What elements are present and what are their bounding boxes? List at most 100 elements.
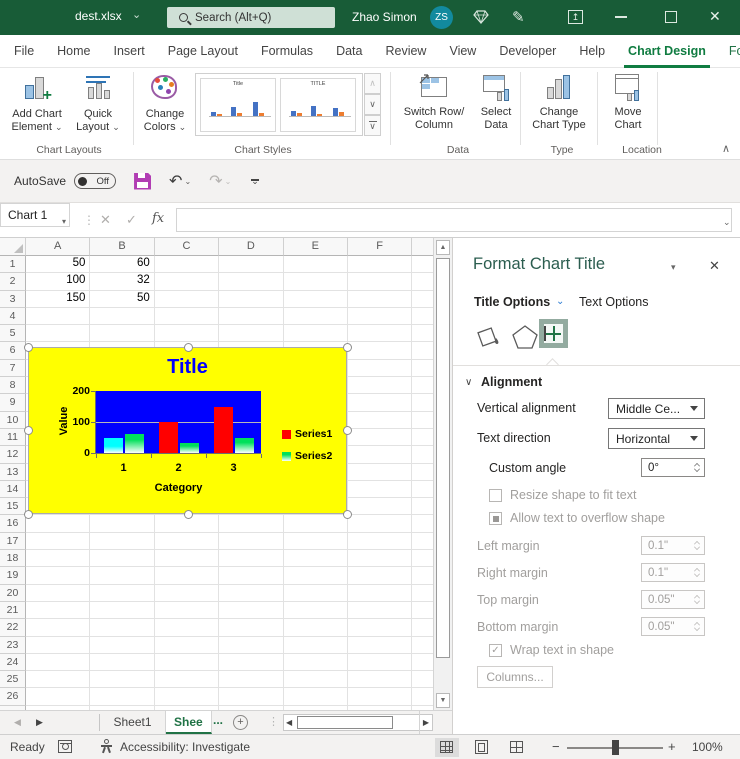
- cell-d22[interactable]: [219, 619, 283, 636]
- name-box[interactable]: Chart 1: [0, 203, 70, 227]
- tab-home[interactable]: Home: [57, 35, 90, 68]
- cell-f26[interactable]: [348, 688, 412, 705]
- close-button[interactable]: ✕: [709, 8, 721, 25]
- accessibility-icon[interactable]: [100, 739, 113, 754]
- chart-selection-handle[interactable]: [24, 510, 33, 519]
- row-header-3[interactable]: 3: [0, 291, 26, 308]
- cell-b24[interactable]: [90, 654, 154, 671]
- cell-f13[interactable]: [348, 464, 412, 481]
- cell-e24[interactable]: [284, 654, 348, 671]
- cell-partial[interactable]: [412, 585, 433, 602]
- name-box-dropdown-icon[interactable]: ▾: [62, 217, 66, 226]
- cell-c2[interactable]: [155, 273, 219, 290]
- cell-a21[interactable]: [26, 602, 90, 619]
- cell-partial[interactable]: [412, 256, 433, 273]
- cell-a1[interactable]: 50: [26, 256, 90, 273]
- chart-selection-handle[interactable]: [343, 510, 352, 519]
- chart-style-2[interactable]: TITLE: [280, 78, 356, 132]
- undo-button[interactable]: ↶: [169, 171, 182, 191]
- cell-c20[interactable]: [155, 585, 219, 602]
- cell-c26[interactable]: [155, 688, 219, 705]
- select-data-button[interactable]: Select Data: [474, 73, 518, 132]
- horizontal-scrollbar[interactable]: ◀ ▶: [283, 714, 433, 731]
- column-header-a[interactable]: A: [26, 238, 90, 256]
- cell-partial[interactable]: [412, 273, 433, 290]
- cell-b20[interactable]: [90, 585, 154, 602]
- cell-f19[interactable]: [348, 567, 412, 584]
- cell-d3[interactable]: [219, 291, 283, 308]
- gallery-more-button[interactable]: ∨: [364, 115, 381, 136]
- cell-e26[interactable]: [284, 688, 348, 705]
- cell-d5[interactable]: [219, 325, 283, 342]
- autosave-toggle[interactable]: Off: [74, 173, 116, 189]
- row-header-5[interactable]: 5: [0, 325, 26, 342]
- chart-x-axis-label[interactable]: Category: [96, 482, 261, 494]
- cell-f1[interactable]: [348, 256, 412, 273]
- cell-f5[interactable]: [348, 325, 412, 342]
- chart-title[interactable]: Title: [29, 356, 346, 379]
- bar-series2-cat3[interactable]: [235, 438, 254, 454]
- cell-b19[interactable]: [90, 567, 154, 584]
- column-header-partial[interactable]: [412, 238, 433, 256]
- column-header-c[interactable]: C: [155, 238, 219, 256]
- vertical-scrollbar[interactable]: ▲ ▼: [433, 238, 452, 710]
- row-header-1[interactable]: 1: [0, 256, 26, 273]
- row-header-8[interactable]: 8: [0, 377, 26, 394]
- minimize-button[interactable]: [615, 16, 627, 18]
- tab-review[interactable]: Review: [385, 35, 426, 68]
- row-header-11[interactable]: 11: [0, 429, 26, 446]
- cell-e5[interactable]: [284, 325, 348, 342]
- bar-series1-cat2[interactable]: [159, 422, 178, 453]
- cell-b4[interactable]: [90, 308, 154, 325]
- cell-partial[interactable]: [412, 464, 433, 481]
- gallery-down-button[interactable]: ∨: [364, 94, 381, 115]
- cell-partial[interactable]: [412, 446, 433, 463]
- cell-b22[interactable]: [90, 619, 154, 636]
- cell-d16[interactable]: [219, 515, 283, 532]
- chart-selection-handle[interactable]: [24, 343, 33, 352]
- chart-selection-handle[interactable]: [343, 343, 352, 352]
- cell-b23[interactable]: [90, 637, 154, 654]
- cell-e19[interactable]: [284, 567, 348, 584]
- cell-c22[interactable]: [155, 619, 219, 636]
- size-properties-icon-selected[interactable]: [539, 319, 568, 348]
- row-header-9[interactable]: 9: [0, 394, 26, 411]
- cell-b18[interactable]: [90, 550, 154, 567]
- cell-partial[interactable]: [412, 291, 433, 308]
- cell-a25[interactable]: [26, 671, 90, 688]
- maximize-button[interactable]: [665, 11, 677, 23]
- column-header-e[interactable]: E: [284, 238, 348, 256]
- vertical-scroll-thumb[interactable]: [436, 258, 450, 658]
- sheet-tab-active[interactable]: Shee: [166, 711, 212, 734]
- cell-partial[interactable]: [412, 429, 433, 446]
- cell-partial[interactable]: [412, 515, 433, 532]
- zoom-in-button[interactable]: +: [668, 739, 676, 754]
- column-header-f[interactable]: F: [348, 238, 412, 256]
- tab-page-layout[interactable]: Page Layout: [168, 35, 238, 68]
- row-header-22[interactable]: 22: [0, 619, 26, 636]
- tab-format[interactable]: Format: [729, 35, 740, 68]
- undo-dropdown-icon[interactable]: ⌄: [184, 177, 191, 186]
- cell-f16[interactable]: [348, 515, 412, 532]
- cell-f14[interactable]: [348, 481, 412, 498]
- switch-row-column-button[interactable]: Switch Row/ Column: [398, 73, 470, 132]
- text-direction-dropdown[interactable]: Horizontal: [608, 428, 705, 449]
- cell-e16[interactable]: [284, 515, 348, 532]
- tab-file[interactable]: File: [14, 35, 34, 68]
- premium-gem-icon[interactable]: [473, 10, 489, 27]
- cell-e1[interactable]: [284, 256, 348, 273]
- tab-chart-design[interactable]: Chart Design: [628, 35, 706, 68]
- scroll-up-icon[interactable]: ▲: [436, 240, 450, 255]
- cell-partial[interactable]: [412, 325, 433, 342]
- quick-layout-button[interactable]: Quick Layout ⌄: [70, 73, 126, 134]
- pane-dropdown-icon[interactable]: ▾: [671, 262, 676, 273]
- cell-d21[interactable]: [219, 602, 283, 619]
- collapse-ribbon-icon[interactable]: ∧: [722, 142, 730, 155]
- tabbar-grip-icon[interactable]: ⋮: [268, 715, 279, 728]
- row-header-12[interactable]: 12: [0, 446, 26, 463]
- page-layout-view-button[interactable]: [470, 738, 494, 757]
- cell-a17[interactable]: [26, 533, 90, 550]
- cell-partial[interactable]: [412, 688, 433, 705]
- row-header-19[interactable]: 19: [0, 567, 26, 584]
- tab-data[interactable]: Data: [336, 35, 362, 68]
